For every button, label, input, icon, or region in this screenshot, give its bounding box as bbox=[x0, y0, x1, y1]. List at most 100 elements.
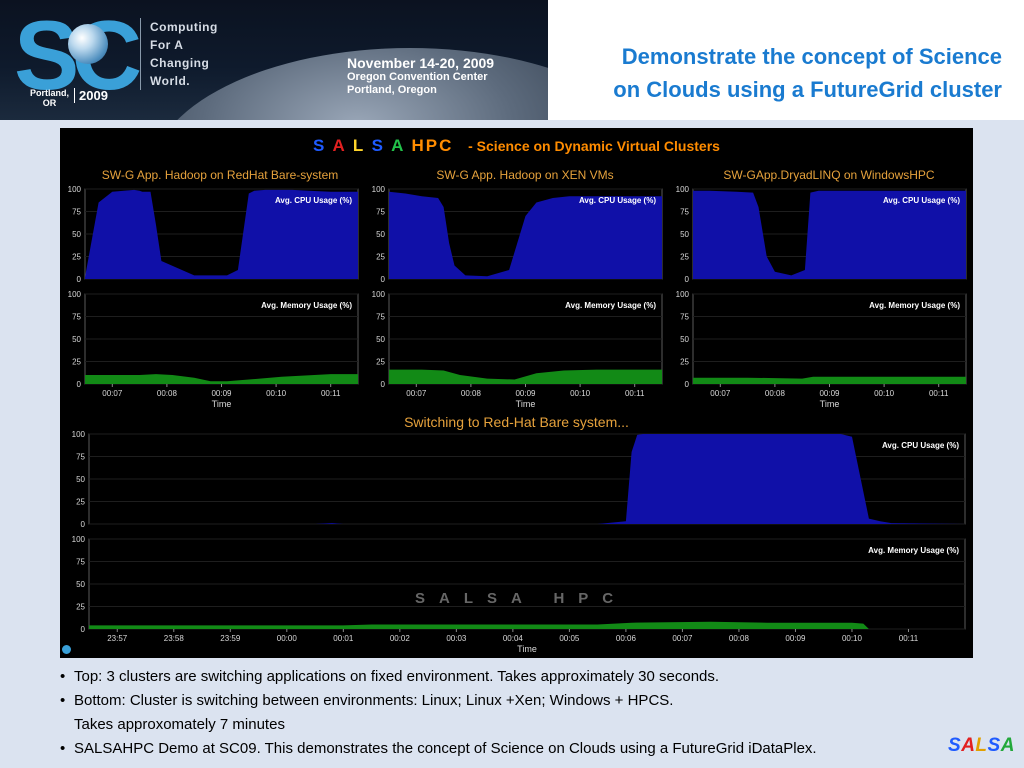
y-tick-label: 25 bbox=[72, 253, 81, 262]
x-tick-label: 00:01 bbox=[333, 634, 354, 643]
y-tick-label: 50 bbox=[680, 335, 689, 344]
x-axis-label: Time bbox=[517, 644, 537, 654]
x-axis-label: Time bbox=[820, 399, 840, 409]
chart-timeline-cpu: 0 25 50 75 100 Avg. CPU Usage (%) bbox=[72, 430, 966, 529]
x-tick-label: 00:08 bbox=[729, 634, 750, 643]
x-tick-label: 00:07 bbox=[672, 634, 693, 643]
logo-letter: L bbox=[975, 735, 988, 756]
sc-logo: SC Portland, OR 2009 bbox=[6, 0, 146, 116]
x-tick-label: 00:11 bbox=[929, 389, 949, 398]
legend-label: Avg. CPU Usage (%) bbox=[275, 196, 352, 205]
legend-label: Avg. CPU Usage (%) bbox=[883, 196, 960, 205]
x-tick-label: 00:11 bbox=[899, 634, 919, 643]
sc-logo-location: Portland, OR bbox=[30, 88, 70, 108]
y-tick-label: 50 bbox=[376, 230, 385, 239]
x-tick-label: 00:06 bbox=[616, 634, 637, 643]
y-tick-label: 100 bbox=[676, 290, 690, 299]
legend-label: Avg. CPU Usage (%) bbox=[882, 441, 959, 450]
bullet-item: SALSAHPC Demo at SC09. This demonstrates… bbox=[60, 737, 960, 761]
monitoring-screenshot: S A L S A HPC - Science on Dynamic Virtu… bbox=[60, 128, 973, 658]
x-tick-label: 23:57 bbox=[107, 634, 128, 643]
y-tick-label: 25 bbox=[680, 358, 689, 367]
x-tick-label: 00:10 bbox=[570, 389, 591, 398]
chart-cluster-3-memory: 0 25 50 75 100 Avg. Memory Usage (%) 00:07 00:0… bbox=[676, 290, 967, 409]
chart-cluster-2-cpu: 0 25 50 75 100 Avg. CPU Usage (%) bbox=[372, 185, 663, 284]
x-tick-label: 00:00 bbox=[277, 634, 298, 643]
y-tick-label: 25 bbox=[76, 603, 85, 612]
logo-letter: A bbox=[961, 735, 976, 756]
bullet-continuation: Takes approxomately 7 minutes bbox=[74, 716, 285, 733]
y-tick-label: 50 bbox=[376, 335, 385, 344]
x-tick-label: 00:03 bbox=[446, 634, 467, 643]
event-dates: November 14-20, 2009 bbox=[347, 55, 495, 71]
bullet-list: Top: 3 clusters are switching applicatio… bbox=[60, 665, 960, 761]
chart-cluster-1-memory: 0 25 50 75 100 Avg. Memory Usage (%) 00:07 00:0… bbox=[68, 290, 359, 409]
y-tick-label: 100 bbox=[72, 430, 86, 439]
globe-icon bbox=[68, 24, 108, 64]
x-tick-label: 00:07 bbox=[102, 389, 123, 398]
slide-title: Demonstrate the concept of Science on Cl… bbox=[560, 40, 1020, 106]
slide-title-line-2: on Clouds using a FutureGrid cluster bbox=[613, 77, 1002, 102]
event-city: Portland, Oregon bbox=[347, 84, 437, 96]
y-tick-label: 75 bbox=[376, 208, 385, 217]
logo-letter: S bbox=[948, 735, 962, 756]
y-tick-label: 50 bbox=[72, 230, 81, 239]
tagline-line: Changing bbox=[150, 56, 210, 70]
legend-label: Avg. Memory Usage (%) bbox=[868, 546, 959, 555]
x-tick-label: 00:05 bbox=[559, 634, 580, 643]
y-tick-label: 75 bbox=[376, 313, 385, 322]
x-tick-label: 23:59 bbox=[220, 634, 241, 643]
y-tick-label: 75 bbox=[76, 453, 85, 462]
x-tick-label: 00:08 bbox=[765, 389, 786, 398]
y-tick-label: 0 bbox=[81, 520, 86, 529]
y-tick-label: 25 bbox=[376, 358, 385, 367]
salsa-logo: SALSA bbox=[948, 735, 1015, 757]
y-tick-label: 0 bbox=[77, 275, 82, 284]
y-tick-label: 75 bbox=[680, 208, 689, 217]
y-tick-label: 50 bbox=[76, 475, 85, 484]
y-tick-label: 0 bbox=[685, 380, 690, 389]
x-tick-label: 00:07 bbox=[710, 389, 731, 398]
sc-logo-year: 2009 bbox=[74, 88, 108, 103]
x-tick-label: 00:08 bbox=[157, 389, 178, 398]
x-tick-label: 00:09 bbox=[819, 389, 840, 398]
y-tick-label: 0 bbox=[81, 625, 86, 634]
y-tick-label: 25 bbox=[76, 498, 85, 507]
chart-cluster-2-memory: 0 25 50 75 100 Avg. Memory Usage (%) 00:07 00:0… bbox=[372, 290, 663, 409]
x-tick-label: 00:09 bbox=[785, 634, 806, 643]
sc09-banner: SC Portland, OR 2009 Computing For A Cha… bbox=[0, 0, 548, 120]
y-tick-label: 25 bbox=[680, 253, 689, 262]
charts-canvas: 0 25 50 75 100 Avg. CPU Usage (%) 0 25 50 75 100 Av… bbox=[68, 185, 967, 654]
y-tick-label: 0 bbox=[77, 380, 82, 389]
x-tick-label: 23:58 bbox=[164, 634, 185, 643]
tagline-line: For A bbox=[150, 38, 184, 52]
x-tick-label: 00:09 bbox=[211, 389, 232, 398]
series-area bbox=[693, 376, 966, 384]
legend-label: Avg. CPU Usage (%) bbox=[579, 196, 656, 205]
y-tick-label: 100 bbox=[372, 185, 386, 194]
y-tick-label: 25 bbox=[72, 358, 81, 367]
y-tick-label: 100 bbox=[72, 535, 86, 544]
y-tick-label: 25 bbox=[376, 253, 385, 262]
x-tick-label: 00:08 bbox=[461, 389, 482, 398]
x-tick-label: 00:09 bbox=[515, 389, 536, 398]
y-tick-label: 75 bbox=[72, 313, 81, 322]
logo-letter: S bbox=[987, 735, 1001, 756]
x-tick-label: 00:11 bbox=[321, 389, 341, 398]
tagline-line: World. bbox=[150, 74, 191, 88]
x-tick-label: 00:07 bbox=[406, 389, 427, 398]
y-tick-label: 0 bbox=[381, 380, 386, 389]
x-tick-label: 00:10 bbox=[874, 389, 895, 398]
slide-header: SC Portland, OR 2009 Computing For A Cha… bbox=[0, 0, 1024, 120]
y-tick-label: 50 bbox=[76, 580, 85, 589]
chart-cluster-3-cpu: 0 25 50 75 100 Avg. CPU Usage (%) bbox=[676, 185, 967, 284]
bullet-item: Bottom: Cluster is switching between env… bbox=[60, 689, 960, 713]
tagline: Computing For A Changing World. bbox=[140, 18, 240, 90]
x-tick-label: 00:10 bbox=[842, 634, 863, 643]
tagline-line: Computing bbox=[150, 20, 218, 34]
y-tick-label: 100 bbox=[676, 185, 690, 194]
x-tick-label: 00:10 bbox=[266, 389, 287, 398]
event-info: November 14-20, 2009 Oregon Convention C… bbox=[347, 56, 494, 97]
slide-nav-dot[interactable] bbox=[62, 645, 71, 654]
x-tick-label: 00:11 bbox=[625, 389, 645, 398]
